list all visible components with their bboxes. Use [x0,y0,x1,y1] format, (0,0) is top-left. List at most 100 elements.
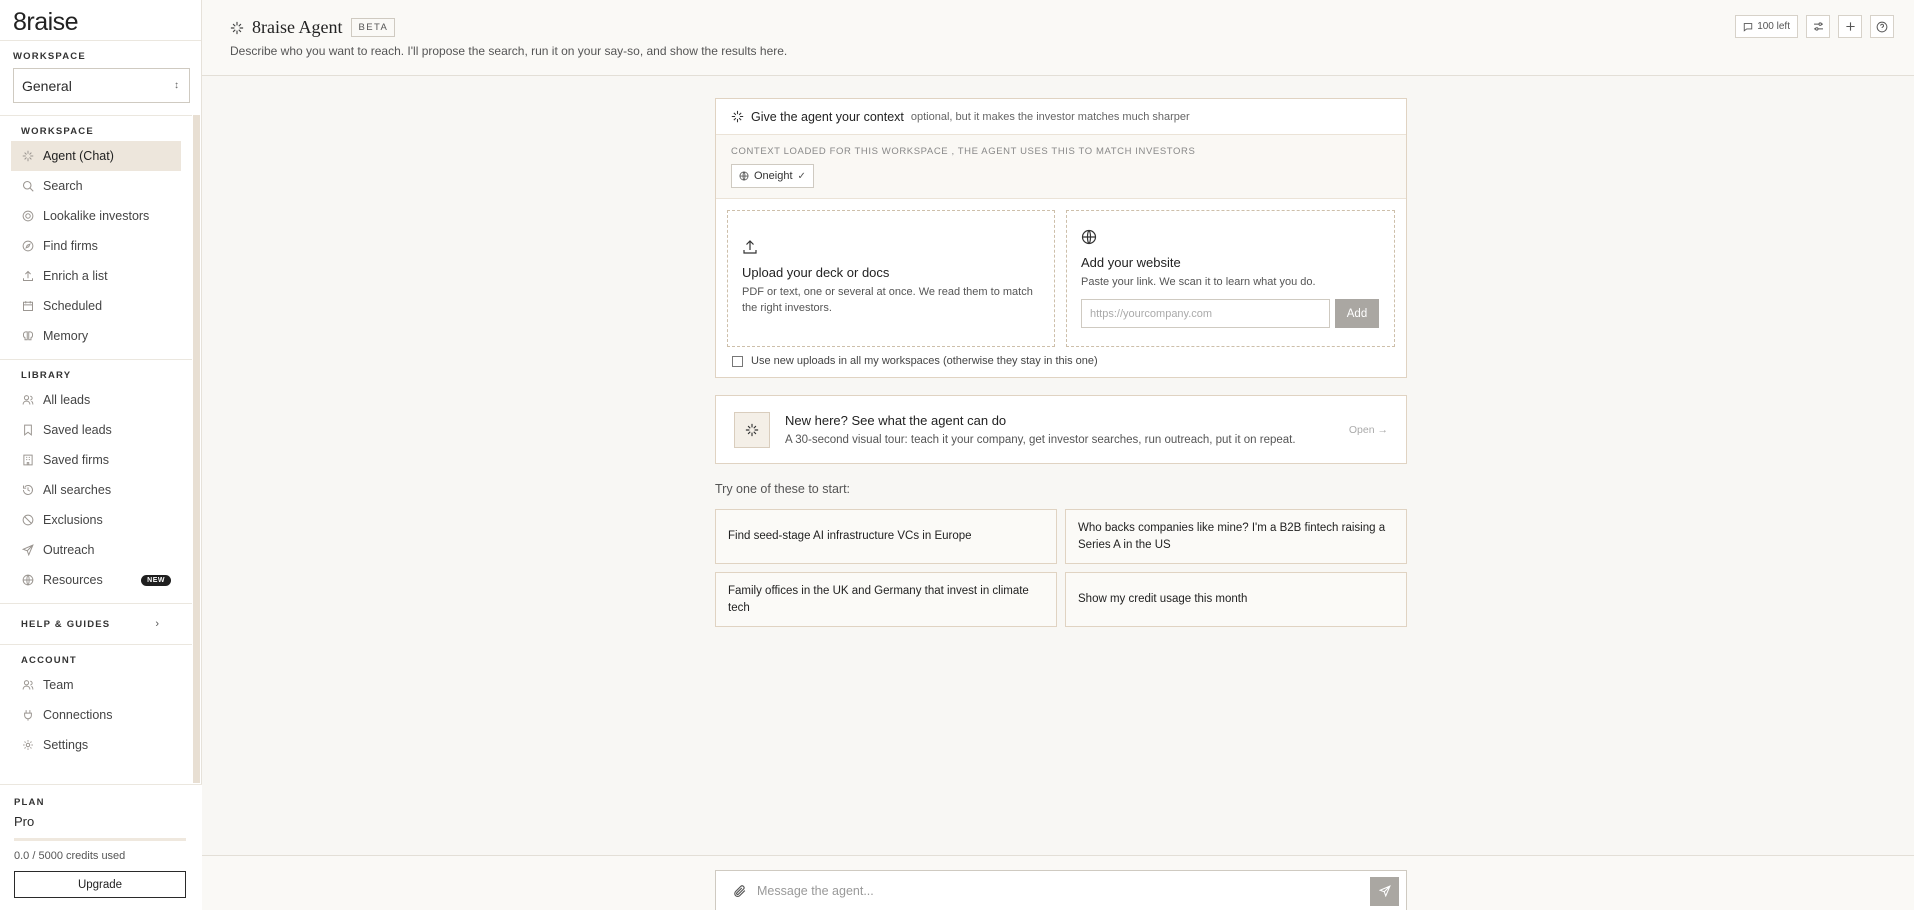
send-icon [22,544,34,556]
lookalike-icon [22,210,34,222]
add-website-button[interactable]: Add [1335,299,1379,328]
context-source-chip[interactable]: Oneight ✓ [731,164,814,188]
suggestion-prompt[interactable]: Who backs companies like mine? I'm a B2B… [1065,509,1407,564]
page-title-row: 8raise Agent BETA [230,17,396,38]
sidebar-item-saved-firms[interactable]: Saved firms [11,445,181,475]
sidebar-item-lookalike-investors[interactable]: Lookalike investors [11,201,181,231]
sidebar-item-label: Saved firms [43,453,109,467]
context-card-optional-note: optional, but it makes the investor matc… [910,110,1190,123]
sidebar-item-find-firms[interactable]: Find firms [11,231,181,261]
sparkle-icon [745,423,759,436]
sidebar-item-label: Saved leads [43,423,112,437]
sidebar-item-label: Enrich a list [43,269,108,283]
share-uploads-option: Use new uploads in all my workspaces (ot… [716,347,1406,377]
new-badge: NEW [141,574,171,586]
memory-icon [23,331,33,341]
sidebar-item-label: Connections [43,708,113,722]
sparkle-icon [22,150,34,162]
page-header: 8raise Agent BETA Describe who you want … [202,0,1914,76]
sidebar-item-agent-chat[interactable]: Agent (Chat) [11,141,181,171]
tour-description: A 30-second visual tour: teach it your c… [785,434,1296,446]
suggestion-prompt[interactable]: Show my credit usage this month [1065,572,1407,627]
nav-section-label: WORKSPACE [21,126,94,137]
workspace-select-value: General [22,77,72,94]
bookmark-icon [24,424,32,436]
help-guides-toggle[interactable]: HELP & GUIDES › [0,604,192,645]
building-icon [23,454,33,466]
plus-icon [1845,22,1855,31]
plan-panel: PLAN Pro 0.0 / 5000 credits used Upgrade [0,784,202,910]
upload-dropzone[interactable]: Upload your deck or docs PDF or text, on… [727,210,1055,347]
sidebar-item-resources[interactable]: Resources NEW [11,565,181,595]
sidebar-item-exclusions[interactable]: Exclusions [11,505,181,535]
chevron-right-icon: › [155,618,159,630]
sidebar-item-label: Team [43,678,74,692]
compass-icon [22,240,34,252]
sidebar-item-all-searches[interactable]: All searches [11,475,181,505]
message-input[interactable]: Message the agent... [757,884,1370,898]
send-icon [1378,885,1391,897]
upgrade-button[interactable]: Upgrade [14,871,186,898]
plan-name: Pro [14,814,35,829]
sidebar-item-label: Find firms [43,239,98,253]
sidebar-item-outreach[interactable]: Outreach [11,535,181,565]
composer-bar: Message the agent... [202,855,1914,910]
sidebar-item-scheduled[interactable]: Scheduled [11,291,181,321]
sidebar-scrollbar[interactable] [193,115,200,783]
context-loaded-section: CONTEXT LOADED FOR THIS WORKSPACE , THE … [716,135,1406,199]
sparkle-icon [230,21,244,34]
plan-label: PLAN [14,797,45,808]
globe-icon [739,171,749,181]
team-icon [22,680,34,690]
sidebar-item-enrich-a-list[interactable]: Enrich a list [11,261,181,291]
share-uploads-checkbox[interactable] [732,355,743,367]
sidebar-item-saved-leads[interactable]: Saved leads [11,415,181,445]
sidebar-nav[interactable]: WORKSPACE Agent (Chat) Search Lookalike … [0,115,192,783]
tour-icon-box [734,411,770,448]
suggestion-prompt[interactable]: Family offices in the UK and Germany tha… [715,572,1057,627]
sidebar-item-team[interactable]: Team [11,670,181,700]
credits-left-label: 100 left [1757,21,1790,32]
sidebar-item-memory[interactable]: Memory [11,321,181,351]
sidebar-item-label: Memory [43,329,89,343]
tour-title: New here? See what the agent can do [785,413,1007,428]
calendar-icon [23,301,33,311]
paperclip-icon[interactable] [733,884,747,898]
sidebar-item-label: All searches [43,483,112,497]
search-icon [22,180,34,192]
help-button[interactable] [1870,15,1894,38]
sidebar-item-settings[interactable]: Settings [11,730,181,760]
new-chat-button[interactable] [1838,15,1862,38]
tour-open-link[interactable]: Open → [1349,424,1388,436]
chevron-updown-icon: ↕ [174,80,179,91]
chat-bubble-icon [1744,22,1753,32]
nav-section-account: ACCOUNT Team Connections Settings [0,645,192,768]
nav-section-label: LIBRARY [21,370,72,381]
sidebar-item-search[interactable]: Search [11,171,181,201]
context-card-title: Give the agent your context [751,109,904,124]
message-composer: Message the agent... [715,870,1407,910]
gear-icon [23,740,33,750]
ban-icon [22,514,34,526]
suggestions-label: Try one of these to start: [715,482,851,496]
workspace-select[interactable]: General ↕ [13,68,190,103]
upload-title: Upload your deck or docs [742,265,890,280]
tour-card[interactable]: New here? See what the agent can do A 30… [715,395,1407,464]
app-logo[interactable]: 8raise [0,0,201,41]
header-actions: 100 left [1735,15,1894,38]
website-url-input[interactable]: https://yourcompany.com [1081,299,1330,328]
credits-used-text: 0.0 / 5000 credits used [14,850,126,862]
plug-icon [24,710,32,721]
sidebar-item-all-leads[interactable]: All leads [11,385,181,415]
upload-description: PDF or text, one or several at once. We … [742,286,1033,314]
suggestion-prompt[interactable]: Find seed-stage AI infrastructure VCs in… [715,509,1057,564]
send-button[interactable] [1370,876,1399,906]
credits-left-button[interactable]: 100 left [1735,15,1798,38]
history-icon [23,485,33,495]
sidebar-item-label: Outreach [43,543,95,557]
sidebar-item-connections[interactable]: Connections [11,700,181,730]
main-content: Give the agent your context optional, bu… [715,98,1407,627]
help-guides-label: HELP & GUIDES [21,618,111,630]
filters-button[interactable] [1806,15,1830,38]
credits-progress-bar [14,838,186,841]
